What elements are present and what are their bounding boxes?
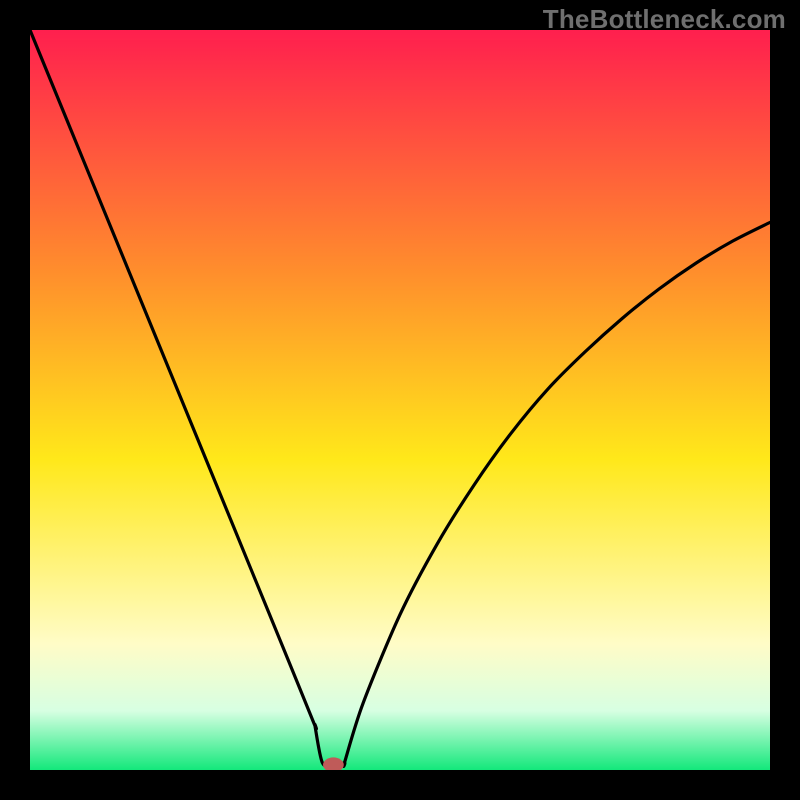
gradient-background [30,30,770,770]
outer-frame: TheBottleneck.com [0,0,800,800]
chart-canvas [30,30,770,770]
plot-area [30,30,770,770]
